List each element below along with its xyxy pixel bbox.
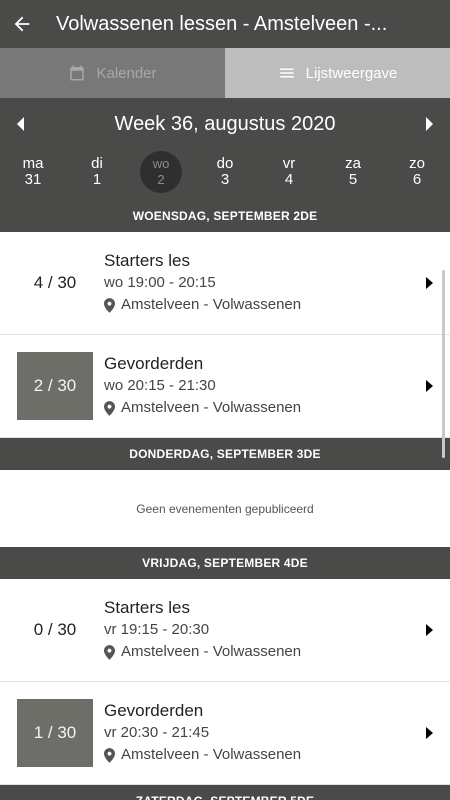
location-pin-icon xyxy=(104,297,115,313)
chevron-right-icon xyxy=(426,117,433,131)
location-pin-icon xyxy=(104,747,115,763)
list-icon xyxy=(279,68,294,78)
event-item[interactable]: 1 / 30 Gevorderden vr 20:30 - 21:45 Amst… xyxy=(0,682,450,785)
day-name: vr xyxy=(282,155,296,172)
back-arrow-icon xyxy=(14,16,30,32)
location-pin-icon xyxy=(104,400,115,416)
section-header: VRIJDAG, SEPTEMBER 4DE xyxy=(0,547,450,579)
day-name: do xyxy=(216,155,234,172)
event-location-label: Amstelveen - Volwassenen xyxy=(121,296,302,313)
day-friday[interactable]: vr 4 xyxy=(260,150,318,194)
event-name: Gevorderden xyxy=(104,354,204,373)
section-header: ZATERDAG, SEPTEMBER 5DE xyxy=(0,785,450,800)
chevron-right-icon xyxy=(426,727,433,739)
section-header: WOENSDAG, SEPTEMBER 2DE xyxy=(0,200,450,232)
day-name: di xyxy=(91,155,103,172)
event-location: Amstelveen - Volwassenen xyxy=(104,294,301,316)
day-tuesday[interactable]: di 1 xyxy=(68,150,126,194)
day-number: 2 xyxy=(157,172,165,187)
app-bar: Volwassenen lessen - Amstelveen -... xyxy=(0,0,450,48)
day-number: 31 xyxy=(24,171,42,188)
day-sunday[interactable]: zo 6 xyxy=(388,150,446,194)
chevron-right-icon xyxy=(426,277,433,289)
event-time: vr 20:30 - 21:45 xyxy=(104,724,210,741)
day-name: ma xyxy=(22,155,44,172)
capacity-count: 4 / 30 xyxy=(33,273,77,292)
back-button[interactable] xyxy=(4,0,40,48)
day-number: 6 xyxy=(412,171,422,188)
event-name: Starters les xyxy=(104,598,190,617)
event-location: Amstelveen - Volwassenen xyxy=(104,397,301,419)
capacity-count: 0 / 30 xyxy=(33,620,77,639)
scrollbar[interactable] xyxy=(442,270,445,458)
location-pin-icon xyxy=(104,644,115,660)
event-location-label: Amstelveen - Volwassenen xyxy=(121,643,302,660)
capacity-count: 1 / 30 xyxy=(17,699,93,767)
day-name: zo xyxy=(409,155,425,172)
event-location-label: Amstelveen - Volwassenen xyxy=(121,399,302,416)
day-thursday[interactable]: do 3 xyxy=(196,150,254,194)
day-number: 1 xyxy=(92,171,102,188)
event-list[interactable]: WOENSDAG, SEPTEMBER 2DE 4 / 30 Starters … xyxy=(0,200,450,800)
event-time: wo 19:00 - 20:15 xyxy=(104,274,216,291)
event-location: Amstelveen - Volwassenen xyxy=(104,641,301,663)
event-item[interactable]: 0 / 30 Starters les vr 19:15 - 20:30 Ams… xyxy=(0,579,450,682)
calendar-icon xyxy=(70,65,85,81)
event-name: Gevorderden xyxy=(104,701,204,720)
page-title: Volwassenen lessen - Amstelveen -... xyxy=(56,12,388,35)
day-number: 5 xyxy=(348,171,358,188)
day-number: 3 xyxy=(220,171,230,188)
day-name: za xyxy=(345,155,361,172)
next-week-button[interactable] xyxy=(410,104,450,144)
section-header: DONDERDAG, SEPTEMBER 3DE xyxy=(0,438,450,470)
capacity-count: 2 / 30 xyxy=(17,352,93,420)
tab-lijstweergave[interactable]: Lijstweergave xyxy=(225,48,450,98)
empty-state-message: Geen evenementen gepubliceerd xyxy=(136,501,314,516)
event-location: Amstelveen - Volwassenen xyxy=(104,744,301,766)
event-time: vr 19:15 - 20:30 xyxy=(104,621,210,638)
day-number: 4 xyxy=(284,171,294,188)
chevron-right-icon xyxy=(426,380,433,392)
day-saturday[interactable]: za 5 xyxy=(324,150,382,194)
event-location-label: Amstelveen - Volwassenen xyxy=(121,746,302,763)
tab-kalender-label: Kalender xyxy=(96,64,157,82)
tab-lijstweergave-label: Lijstweergave xyxy=(305,64,398,82)
day-selector: ma 31 di 1 wo 2 do 3 vr 4 za 5 zo 6 xyxy=(0,150,450,194)
week-navigator: Week 36, augustus 2020 ma 31 di 1 wo 2 do 3 … xyxy=(0,98,450,200)
previous-week-button[interactable] xyxy=(0,104,40,144)
day-name: wo xyxy=(152,156,170,171)
event-item[interactable]: 2 / 30 Gevorderden wo 20:15 - 21:30 Amst… xyxy=(0,335,450,438)
event-item[interactable]: 4 / 30 Starters les wo 19:00 - 20:15 Ams… xyxy=(0,232,450,335)
tab-kalender[interactable]: Kalender xyxy=(0,48,225,98)
day-wednesday-selected[interactable]: wo 2 xyxy=(140,151,182,193)
chevron-right-icon xyxy=(426,624,433,636)
event-time: wo 20:15 - 21:30 xyxy=(104,377,216,394)
chevron-left-icon xyxy=(17,117,24,131)
event-name: Starters les xyxy=(104,251,190,270)
week-title: Week 36, augustus 2020 xyxy=(114,112,336,135)
day-monday[interactable]: ma 31 xyxy=(4,150,62,194)
view-tabs: Kalender Lijstweergave xyxy=(0,48,450,98)
